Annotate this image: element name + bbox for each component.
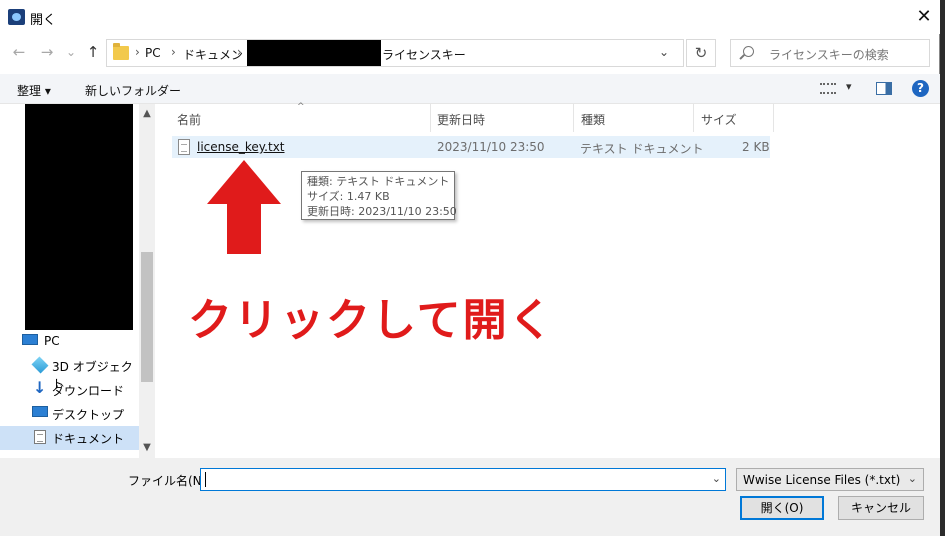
tooltip-date: 更新日時: 2023/11/10 23:50 — [307, 205, 457, 218]
red-arrow-annotation-icon — [207, 160, 281, 254]
tooltip-type: 種類: テキスト ドキュメント — [307, 175, 450, 188]
redacted-region — [25, 104, 133, 330]
column-divider[interactable] — [573, 104, 574, 132]
breadcrumb-separator: › — [171, 45, 176, 59]
sidebar-item-pc[interactable]: PC — [0, 330, 139, 354]
search-placeholder: ライセンスキーの検索 — [769, 48, 889, 62]
toolbar: 整理 ▾ 新しいフォルダー ▾ ? — [0, 74, 940, 104]
preview-pane-icon[interactable] — [876, 82, 892, 95]
download-icon — [32, 378, 46, 397]
filter-dropdown-icon[interactable]: ⌄ — [908, 472, 917, 485]
tooltip-size: サイズ: 1.47 KB — [307, 190, 390, 203]
search-icon — [743, 46, 754, 57]
sidebar-item-label: ドキュメント — [52, 432, 125, 446]
filename-input[interactable]: ⌄ — [200, 468, 726, 491]
view-dropdown-icon[interactable]: ▾ — [846, 80, 852, 93]
open-file-dialog: 開く ✕ ← → ⌄ ↑ › PC › ドキュメント › ライセンスキー ⌄ ↻… — [0, 0, 940, 536]
scrollbar-thumb[interactable] — [141, 252, 153, 382]
3d-objects-icon — [31, 356, 49, 374]
sidebar-item-3d-objects[interactable]: 3D オブジェクト — [0, 354, 139, 391]
filename-label: ファイル名(N): — [128, 474, 211, 488]
search-input[interactable]: ライセンスキーの検索 — [730, 39, 930, 67]
title-bar: 開く ✕ — [0, 0, 940, 34]
file-name[interactable]: license_key.txt — [197, 140, 285, 154]
folder-icon — [113, 43, 129, 60]
breadcrumb-license-key[interactable]: ライセンスキー — [382, 46, 466, 63]
sidebar-item-label: PC — [44, 334, 60, 348]
redacted-path — [247, 40, 381, 66]
file-type: テキスト ドキュメント — [580, 142, 704, 156]
column-header-type[interactable]: 種類 — [581, 111, 605, 128]
column-header-date[interactable]: 更新日時 — [437, 111, 485, 128]
annotation-text: クリックして開く — [188, 295, 555, 346]
app-icon — [8, 9, 25, 25]
file-tooltip: 種類: テキスト ドキュメント サイズ: 1.47 KB 更新日時: 2023/… — [301, 171, 457, 220]
file-list: ^ 名前 更新日時 種類 サイズ license_key.txt 2023/11… — [155, 102, 940, 458]
refresh-button[interactable]: ↻ — [686, 39, 716, 67]
cancel-button[interactable]: キャンセル — [838, 496, 924, 520]
column-header-size[interactable]: サイズ — [701, 111, 737, 128]
documents-icon — [34, 430, 46, 444]
text-caret — [205, 472, 206, 487]
filename-dropdown-icon[interactable]: ⌄ — [712, 472, 721, 485]
scroll-up-icon[interactable]: ▲ — [141, 108, 153, 119]
breadcrumb-pc[interactable]: PC — [145, 46, 161, 60]
sidebar-item-label: デスクトップ — [52, 408, 125, 422]
column-divider[interactable] — [773, 104, 774, 132]
column-header-name[interactable]: 名前 — [177, 111, 201, 128]
sidebar-item-downloads[interactable]: ダウンロード — [0, 378, 139, 402]
sidebar-item-label: ダウンロード — [52, 384, 125, 398]
recent-locations-button[interactable]: ⌄ — [60, 41, 82, 63]
sidebar-item-documents[interactable]: ドキュメント — [0, 426, 139, 450]
dialog-footer: ファイル名(N): ⌄ Wwise License Files (*.txt) … — [0, 458, 940, 536]
desktop-icon — [32, 406, 48, 417]
sort-ascending-icon: ^ — [297, 102, 305, 112]
sidebar-item-desktop[interactable]: デスクトップ — [0, 402, 139, 426]
address-dropdown-icon[interactable]: ⌄ — [659, 45, 669, 59]
close-button[interactable]: ✕ — [908, 4, 940, 30]
scroll-down-icon[interactable]: ▼ — [141, 442, 153, 453]
file-row-license-key[interactable]: license_key.txt 2023/11/10 23:50 テキスト ドキ… — [172, 136, 770, 158]
navigation-pane: PC 3D オブジェクト ダウンロード デスクトップ ドキュメント ▲ ▼ — [0, 104, 155, 458]
organize-button[interactable]: 整理 ▾ — [17, 82, 51, 99]
address-bar[interactable]: › PC › ドキュメント › ライセンスキー ⌄ — [106, 39, 684, 67]
pc-icon — [22, 334, 38, 345]
text-file-icon — [178, 139, 190, 155]
column-divider[interactable] — [430, 104, 431, 132]
view-options-icon[interactable] — [820, 83, 836, 94]
sidebar-scrollbar[interactable]: ▲ ▼ — [139, 104, 155, 458]
open-button[interactable]: 開く(O) — [740, 496, 824, 520]
new-folder-button[interactable]: 新しいフォルダー — [85, 82, 181, 99]
column-divider[interactable] — [693, 104, 694, 132]
up-button[interactable]: ↑ — [82, 41, 104, 63]
breadcrumb-separator: › — [135, 45, 140, 59]
file-type-filter[interactable]: Wwise License Files (*.txt) ⌄ — [736, 468, 924, 491]
back-button[interactable]: ← — [8, 41, 30, 63]
forward-button[interactable]: → — [36, 41, 58, 63]
file-type-filter-value: Wwise License Files (*.txt) — [743, 473, 901, 487]
file-date: 2023/11/10 23:50 — [437, 140, 545, 154]
breadcrumb-separator: › — [237, 45, 242, 59]
help-icon[interactable]: ? — [912, 80, 929, 97]
dialog-title: 開く — [30, 13, 57, 28]
breadcrumb-documents[interactable]: ドキュメント — [183, 46, 255, 63]
file-size: 2 KB — [742, 140, 770, 154]
